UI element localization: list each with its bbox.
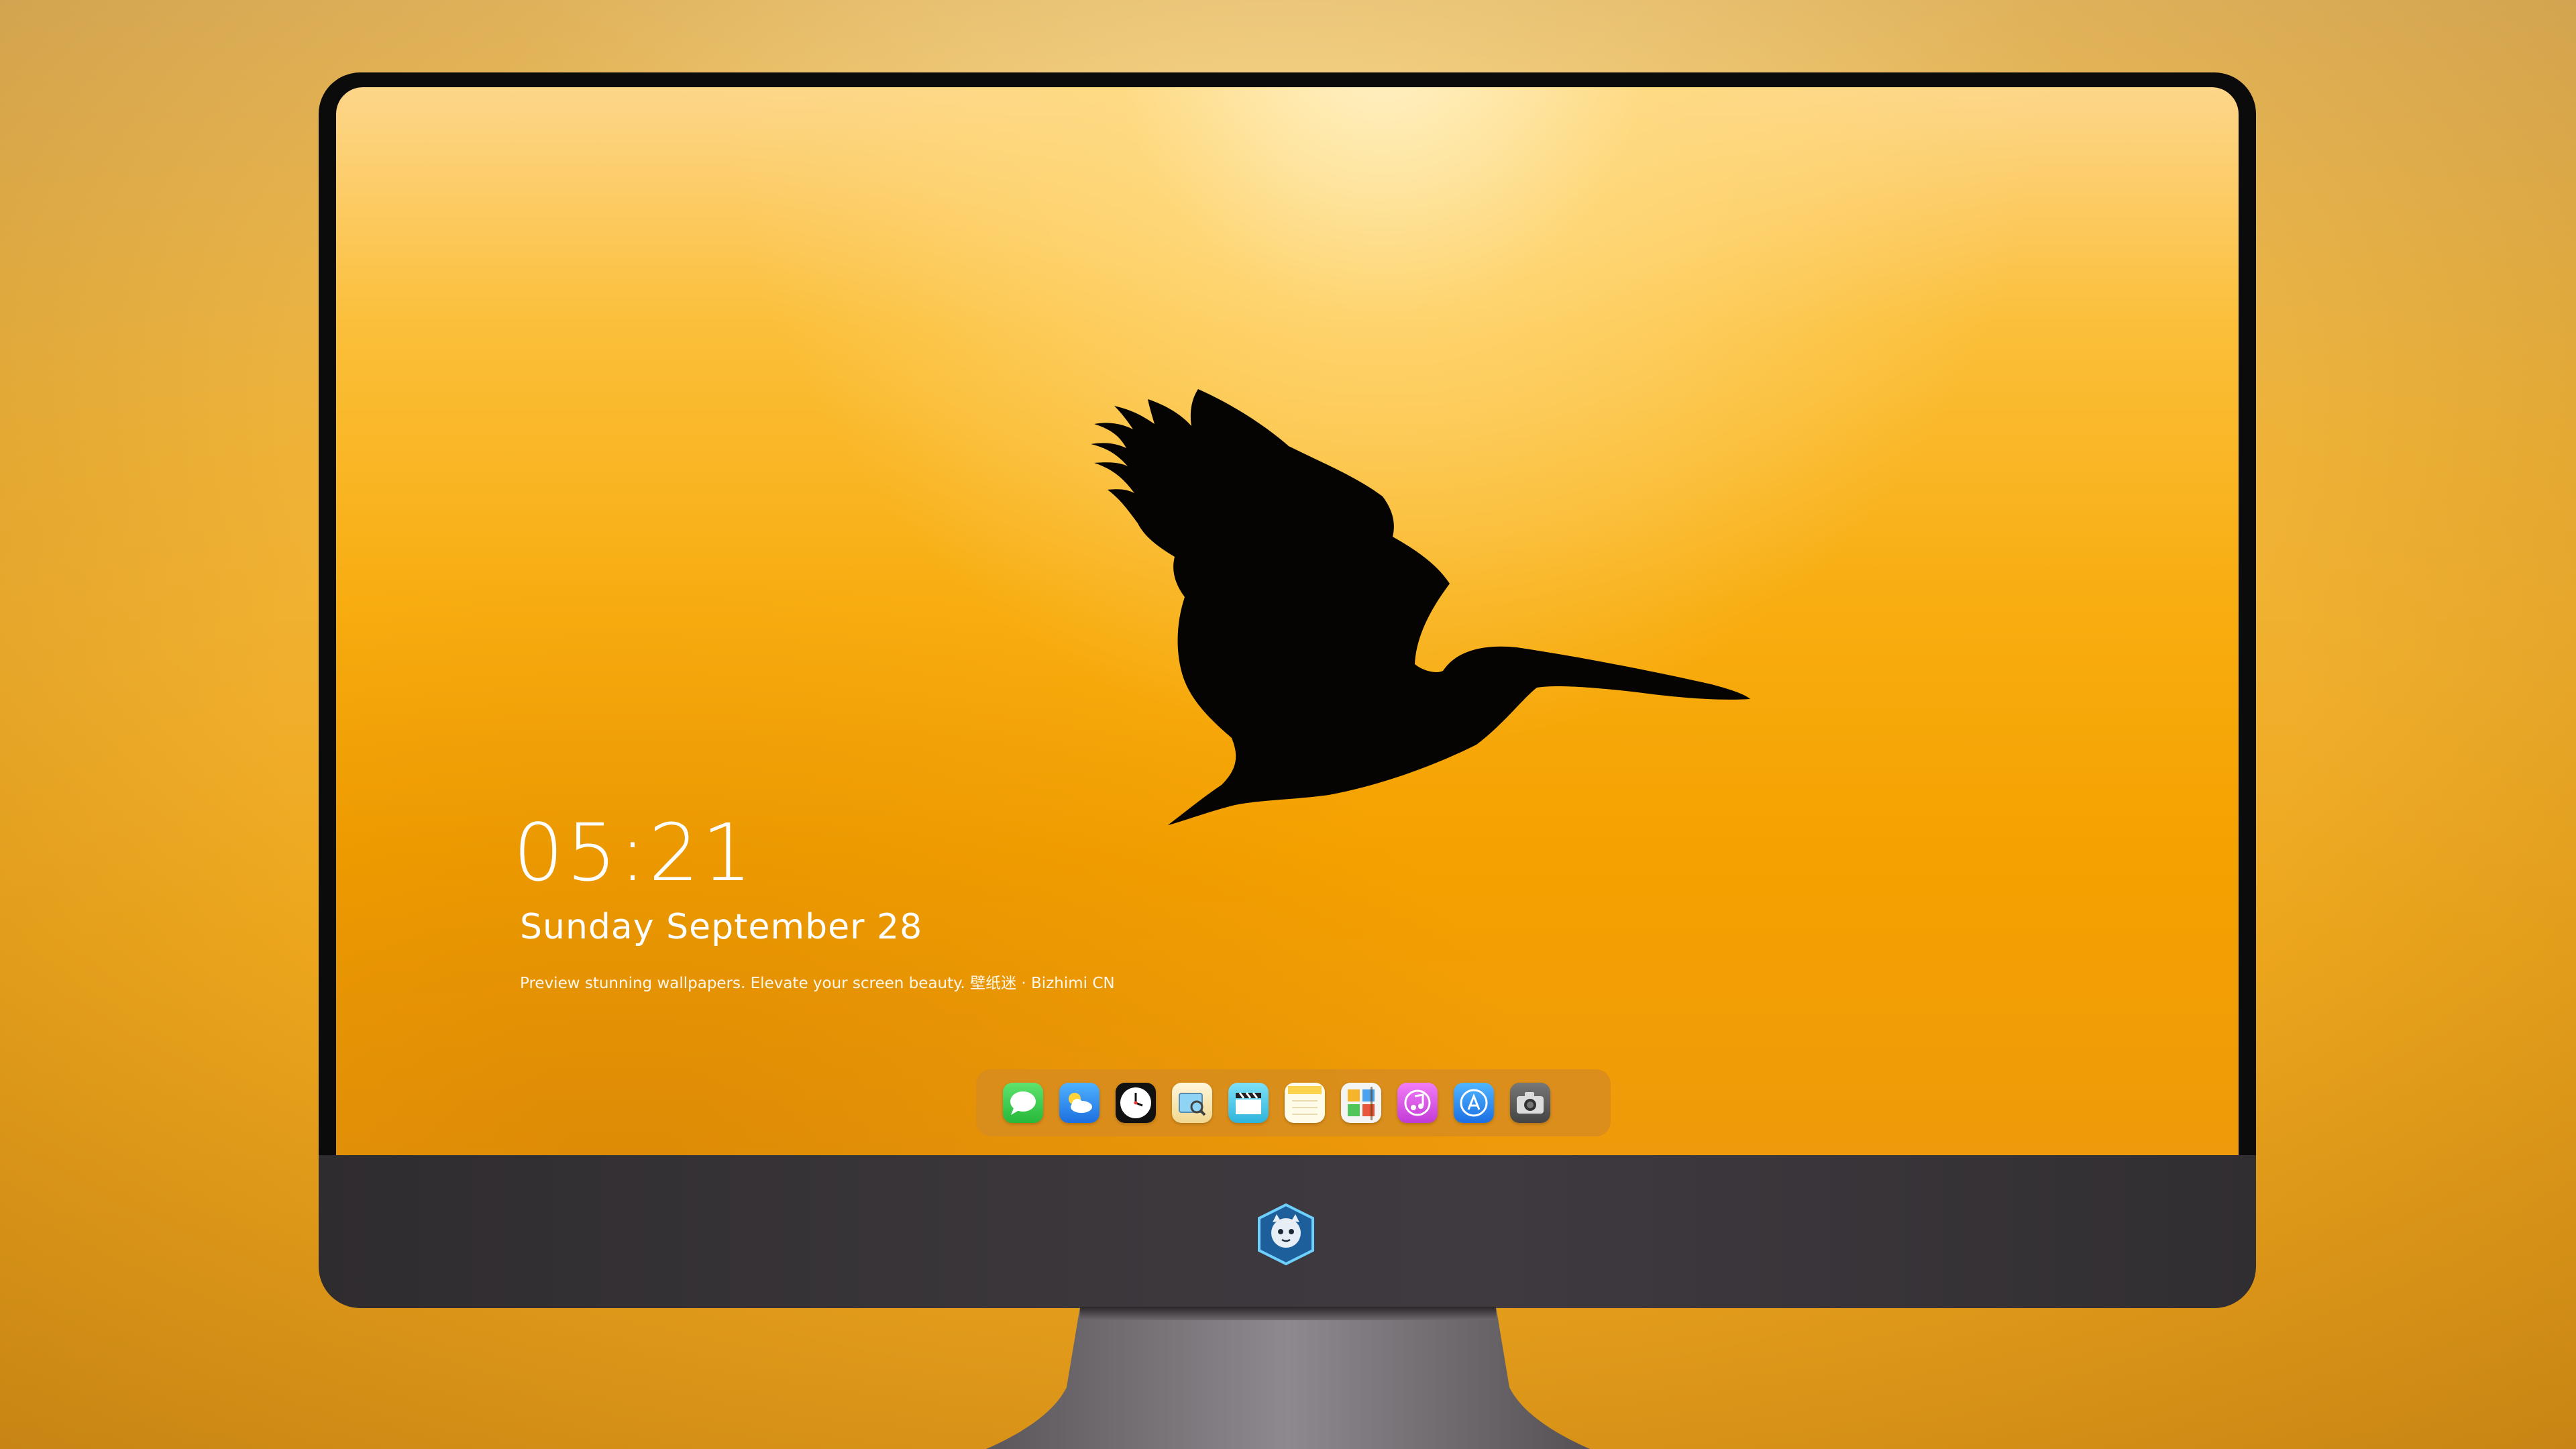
monitor-chin (319, 1155, 2256, 1308)
music-note-icon[interactable] (1397, 1083, 1438, 1123)
dock-separator (1371, 1087, 1373, 1120)
messages-icon[interactable] (1003, 1083, 1043, 1123)
dock (976, 1069, 1611, 1136)
photo-collage-icon[interactable] (1341, 1083, 1381, 1123)
preview-icon[interactable] (1172, 1083, 1212, 1123)
desktop-screen: 05:21 Sunday September 28 Preview stunni… (336, 87, 2239, 1161)
lockscreen-date: Sunday September 28 (520, 907, 923, 947)
monitor-bezel: 05:21 Sunday September 28 Preview stunni… (319, 72, 2256, 1173)
mascot-logo-icon (1258, 1203, 1314, 1266)
camera-icon[interactable] (1510, 1083, 1550, 1123)
weather-icon[interactable] (1059, 1083, 1099, 1123)
app-store-icon[interactable] (1454, 1083, 1494, 1123)
wallpaper-tagline: Preview stunning wallpapers. Elevate you… (520, 975, 1115, 992)
lockscreen-time: 05:21 (513, 806, 755, 899)
monitor-stand (986, 1307, 1590, 1449)
pelican-silhouette (1091, 389, 1750, 825)
clapperboard-icon[interactable] (1228, 1083, 1269, 1123)
notes-icon[interactable] (1285, 1083, 1325, 1123)
clock-icon[interactable] (1116, 1083, 1156, 1123)
